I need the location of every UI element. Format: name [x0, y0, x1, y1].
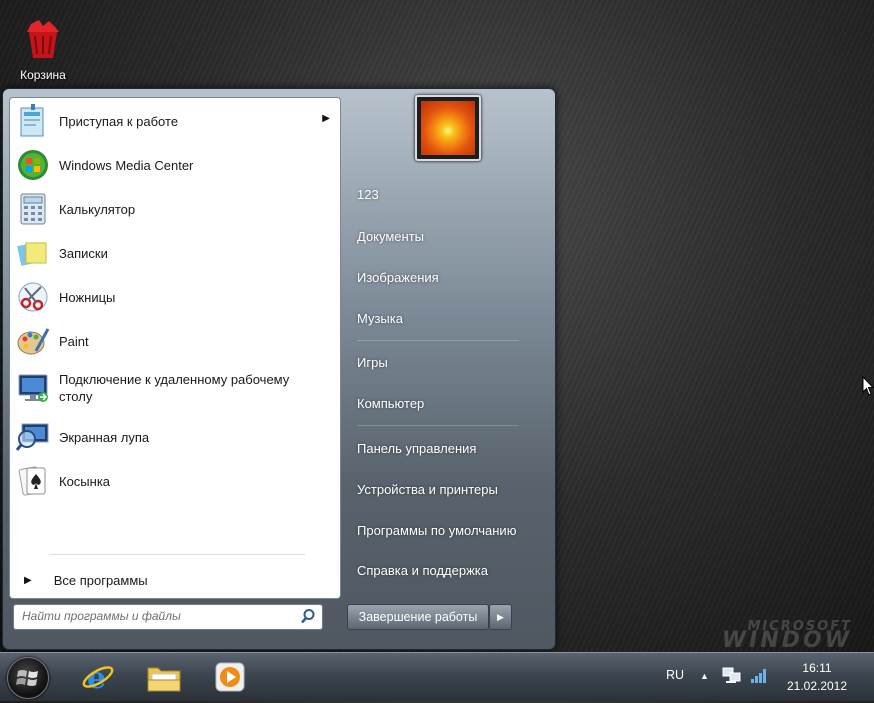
- program-item-getting-started[interactable]: Приступая к работе ▶: [10, 100, 340, 142]
- chevron-right-icon: ▶: [497, 611, 504, 622]
- right-item-devices-printers[interactable]: Устройства и принтеры: [347, 474, 547, 504]
- watermark-line2: WINDOW: [721, 628, 852, 653]
- programs-pane: Приступая к работе ▶ Windows Media Cente…: [9, 97, 341, 599]
- getting-started-icon: [15, 103, 51, 139]
- windows-logo-icon: [16, 670, 38, 686]
- clock-time: 16:11: [802, 661, 832, 675]
- program-label: Калькулятор: [59, 201, 136, 217]
- taskbar-media-player[interactable]: [202, 656, 258, 698]
- clock-date: 21.02.2012: [786, 679, 848, 693]
- program-item-snipping-tool[interactable]: Ножницы: [10, 276, 340, 318]
- scissors-icon: [15, 279, 51, 315]
- right-item-pictures[interactable]: Изображения: [347, 262, 547, 292]
- taskbar: e RU ▲ 16:11 21.02.2012: [0, 652, 874, 701]
- media-center-icon: [15, 147, 51, 183]
- svg-text:e: e: [87, 661, 106, 695]
- program-item-sticky-notes[interactable]: Записки: [10, 232, 340, 274]
- program-item-paint[interactable]: Paint: [10, 320, 340, 362]
- all-programs-button[interactable]: ▶ Все программы: [10, 566, 340, 594]
- program-label: Paint: [59, 333, 89, 349]
- right-item-computer[interactable]: Компьютер: [347, 388, 547, 418]
- recycle-bin-icon: [27, 20, 59, 58]
- sticky-notes-icon: [15, 235, 51, 271]
- language-indicator[interactable]: RU: [666, 668, 684, 682]
- magnifier-icon: [15, 419, 51, 455]
- program-label: Косынка: [59, 473, 111, 489]
- calculator-icon: [15, 191, 51, 227]
- program-item-media-center[interactable]: Windows Media Center: [10, 144, 340, 186]
- right-item-games[interactable]: Игры: [347, 347, 547, 377]
- shutdown-button[interactable]: Завершение работы: [347, 604, 489, 630]
- program-label: Ножницы: [59, 289, 116, 305]
- signal-strength-icon[interactable]: [750, 666, 768, 684]
- search-icon: [301, 609, 315, 624]
- program-label: Экранная лупа: [59, 429, 150, 445]
- programs-separator: [50, 554, 305, 555]
- program-item-remote-desktop[interactable]: Подключение к удаленному рабочему столу: [10, 364, 340, 412]
- all-programs-label: Все программы: [53, 572, 148, 588]
- program-label: Подключение к удаленному рабочему столу: [59, 372, 290, 404]
- expand-arrow-icon: ▶: [24, 574, 32, 586]
- right-separator: [357, 340, 519, 341]
- start-button[interactable]: [7, 657, 49, 699]
- taskbar-explorer[interactable]: [136, 656, 192, 698]
- right-item-help-support[interactable]: Справка и поддержка: [347, 555, 547, 585]
- solitaire-icon: [15, 463, 51, 499]
- program-item-solitaire[interactable]: Косынка: [10, 460, 340, 502]
- desktop-icon-recycle-bin[interactable]: Корзина: [12, 18, 74, 82]
- right-separator: [357, 425, 519, 426]
- right-item-music[interactable]: Музыка: [347, 303, 547, 333]
- right-item-control-panel[interactable]: Панель управления: [347, 433, 547, 463]
- media-player-icon: [215, 662, 245, 692]
- explorer-folder-icon: [147, 667, 181, 692]
- start-menu: Приступая к работе ▶ Windows Media Cente…: [2, 88, 556, 650]
- taskbar-internet-explorer[interactable]: e: [70, 656, 126, 698]
- recycle-bin-label: Корзина: [20, 68, 66, 82]
- user-avatar[interactable]: [415, 95, 481, 161]
- program-item-calculator[interactable]: Калькулятор: [10, 188, 340, 230]
- program-item-magnifier[interactable]: Экранная лупа: [10, 416, 340, 458]
- search-input[interactable]: [14, 605, 300, 627]
- flower-picture: [421, 101, 475, 155]
- internet-explorer-icon: e: [82, 661, 114, 695]
- remote-desktop-icon: [15, 370, 51, 406]
- program-label: Приступая к работе: [59, 113, 179, 129]
- paint-palette-icon: [15, 323, 51, 359]
- show-hidden-icons-icon[interactable]: ▲: [700, 671, 709, 681]
- system-clock[interactable]: 16:11 21.02.2012: [772, 659, 862, 695]
- shutdown-options-button[interactable]: ▶: [489, 604, 512, 630]
- search-box[interactable]: [13, 604, 323, 630]
- network-icon[interactable]: [722, 666, 742, 684]
- submenu-arrow-icon: ▶: [322, 113, 330, 124]
- program-label: Записки: [59, 245, 108, 261]
- mouse-cursor-icon: [862, 376, 874, 396]
- windows-watermark: MICROSOFT WINDOW: [721, 620, 852, 653]
- right-item-default-programs[interactable]: Программы по умолчанию: [347, 515, 547, 545]
- program-label: Windows Media Center: [59, 157, 194, 173]
- right-item-documents[interactable]: Документы: [347, 221, 547, 251]
- right-item-user-folder[interactable]: 123: [347, 179, 547, 209]
